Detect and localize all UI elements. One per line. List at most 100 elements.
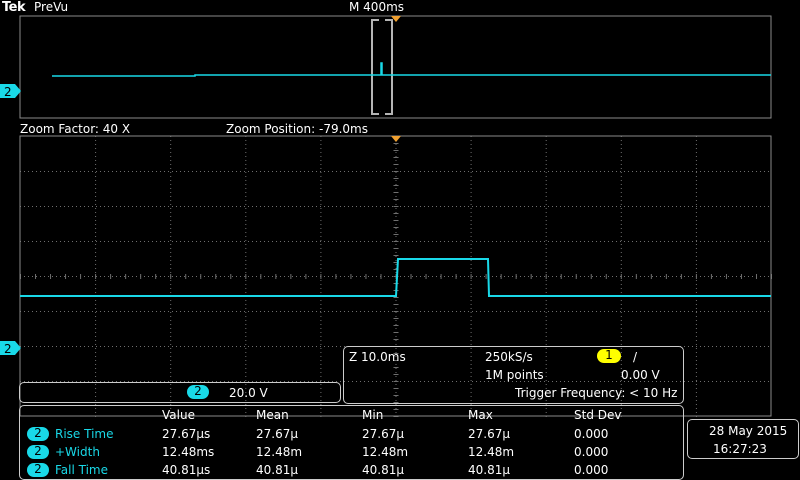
grid-dot (545, 196, 547, 197)
grid-dot (170, 252, 172, 253)
measurement-row[interactable]: 2 Fall Time 40.81μs 40.81μ 40.81μ 40.81μ… (20, 462, 683, 480)
grid-dot (304, 171, 305, 172)
grid-dot (248, 311, 249, 312)
grid-dot (756, 171, 757, 172)
grid-dot (272, 241, 273, 242)
grid-dot (704, 346, 705, 347)
grid-dot (472, 311, 473, 312)
grid-dot (692, 206, 693, 207)
grid-dot (568, 171, 569, 172)
grid-dot (260, 311, 261, 312)
grid-dot (324, 276, 325, 277)
grid-dot (620, 164, 622, 165)
acquisition-trigger-panel[interactable]: Z 10.0ms 250kS/s 1 / 1M points 0.00 V Tr… (343, 346, 684, 404)
grid-tick (393, 318, 399, 319)
grid-dot (320, 140, 322, 141)
grid-dot (28, 276, 29, 277)
grid-dot (695, 384, 697, 385)
grid-dot (95, 220, 97, 221)
measurement-max: 12.48m (468, 445, 515, 459)
grid-dot (320, 316, 322, 317)
grid-dot (612, 241, 613, 242)
grid-dot (504, 241, 505, 242)
grid-dot (695, 324, 697, 325)
grid-dot (732, 381, 733, 382)
grid-dot (284, 241, 285, 242)
grid-dot (748, 276, 749, 277)
grid-dot (95, 316, 97, 317)
grid-dot (320, 346, 321, 347)
grid-dot (504, 171, 505, 172)
grid-dot (724, 346, 725, 347)
grid-dot (508, 171, 509, 172)
grid-dot (228, 206, 229, 207)
grid-dot (56, 206, 57, 207)
grid-dot (470, 312, 472, 313)
measurement-row[interactable]: 2 Rise Time 27.67μs 27.67μ 27.67μ 27.67μ… (20, 426, 683, 444)
grid-dot (320, 188, 322, 189)
grid-dot (528, 241, 529, 242)
grid-dot (170, 184, 172, 185)
grid-dot (692, 241, 693, 242)
measurement-channel-badge: 2 (27, 427, 49, 441)
grid-dot (695, 172, 697, 173)
channel-scale-panel[interactable]: 2 20.0 V (19, 382, 341, 403)
grid-dot (724, 276, 725, 277)
grid-dot (428, 171, 429, 172)
grid-dot (320, 268, 322, 269)
grid-dot (436, 241, 437, 242)
grid-dot (652, 206, 653, 207)
measurement-row[interactable]: 2 +Width 12.48ms 12.48m 12.48m 12.48m 0.… (20, 444, 683, 462)
grid-dot (220, 206, 221, 207)
grid-dot (576, 241, 577, 242)
grid-dot (395, 156, 397, 157)
grid-tick (410, 274, 412, 279)
grid-dot (436, 276, 437, 277)
grid-dot (245, 232, 247, 233)
grid-dot (545, 284, 547, 285)
grid-dot (728, 171, 729, 172)
grid-dot (292, 311, 293, 312)
grid-dot (420, 206, 421, 207)
grid-dot (48, 276, 49, 277)
grid-dot (470, 152, 472, 153)
grid-dot (320, 236, 322, 237)
grid-dot (170, 312, 172, 313)
grid-dot (732, 241, 733, 242)
grid-dot (470, 264, 472, 265)
grid-dot (184, 241, 185, 242)
grid-dot (188, 241, 189, 242)
grid-dot (628, 206, 629, 207)
measurement-name: Fall Time (55, 463, 109, 477)
grid-dot (336, 206, 337, 207)
grid-dot (584, 206, 585, 207)
grid-dot (644, 206, 645, 207)
grid-dot (368, 171, 369, 172)
grid-dot (512, 241, 513, 242)
grid-dot (120, 311, 121, 312)
datetime-panel[interactable]: 28 May 2015 16:27:23 (687, 419, 799, 459)
grid-dot (96, 171, 97, 172)
grid-dot (564, 171, 565, 172)
grid-dot (204, 311, 205, 312)
grid-dot (245, 148, 247, 149)
grid-dot (184, 276, 185, 277)
grid-dot (120, 276, 121, 277)
grid-dot (695, 304, 697, 305)
grid-dot (320, 160, 322, 161)
grid-dot (64, 311, 65, 312)
measurements-panel[interactable]: Value Mean Min Max Std Dev 2 Rise Time 2… (19, 405, 684, 480)
grid-dot (528, 206, 529, 207)
grid-dot (160, 206, 161, 207)
grid-dot (620, 171, 621, 172)
grid-dot (395, 336, 397, 337)
grid-dot (245, 156, 247, 157)
grid-dot (545, 184, 547, 185)
grid-dot (192, 171, 193, 172)
grid-dot (320, 216, 322, 217)
grid-dot (620, 256, 622, 257)
grid-dot (545, 188, 547, 189)
grid-dot (95, 368, 97, 369)
grid-dot (260, 346, 261, 347)
grid-dot (545, 180, 547, 181)
